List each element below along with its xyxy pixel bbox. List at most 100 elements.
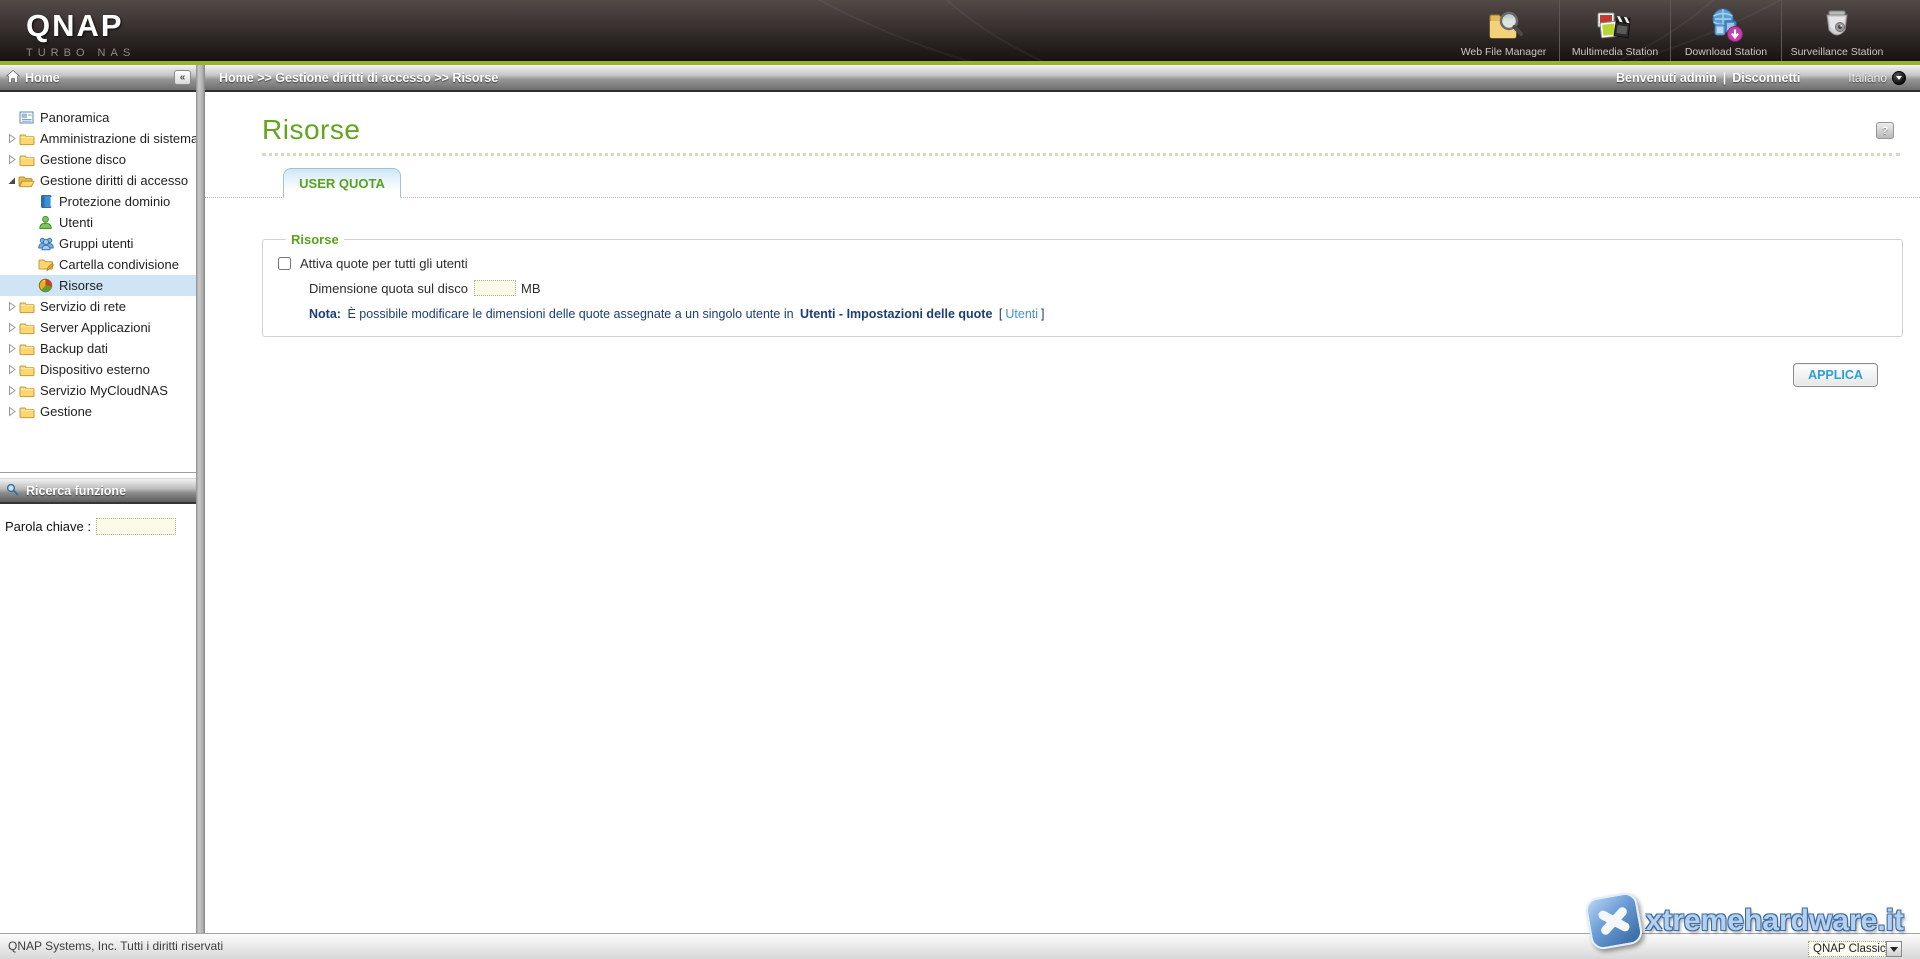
station-label: Surveillance Station: [1791, 46, 1884, 58]
sidebar-item-gestione-diritti-di-accesso[interactable]: Gestione diritti di accesso: [0, 170, 196, 191]
users-link[interactable]: Utenti: [1005, 307, 1038, 321]
sidebar-title: Home: [25, 71, 60, 85]
folder-icon: [18, 342, 35, 356]
station-multimedia-station[interactable]: Multimedia Station: [1559, 0, 1670, 61]
sidebar-item-label: Servizio di rete: [40, 299, 126, 314]
sidebar-item-label: Panoramica: [40, 110, 109, 125]
quota-pie-icon: [37, 278, 54, 293]
quota-size-label: Dimensione quota sul disco: [309, 281, 468, 296]
sidebar-item-panoramica[interactable]: Panoramica: [0, 107, 196, 128]
caret-collapsed-icon: [5, 343, 18, 354]
sidebar-item-gestione-disco[interactable]: Gestione disco: [0, 149, 196, 170]
page-title: Risorse: [262, 114, 1900, 146]
folder-icon: [18, 384, 35, 398]
sidebar-item-label: Gestione diritti di accesso: [40, 173, 188, 188]
sidebar-item-cartella-condivisione[interactable]: Cartella condivisione: [0, 254, 196, 275]
station-download-station[interactable]: Download Station: [1670, 0, 1781, 61]
apply-row: APPLICA: [205, 363, 1878, 387]
station-shortcuts: Web File Manager Multimedia Station Downlo…: [1448, 0, 1892, 61]
caret-collapsed-icon: [5, 406, 18, 417]
welcome-text: Benvenuti admin: [1616, 71, 1717, 85]
station-label: Web File Manager: [1461, 46, 1547, 58]
sidebar-item-gruppi-utenti[interactable]: Gruppi utenti: [0, 233, 196, 254]
logout-link[interactable]: Disconnetti: [1732, 71, 1800, 85]
sidebar-item-label: Servizio MyCloudNAS: [40, 383, 168, 398]
sidebar-item-utenti[interactable]: Utenti: [0, 212, 196, 233]
multimedia-station-icon: [1594, 7, 1636, 45]
caret-collapsed-icon: [5, 385, 18, 396]
quota-size-input[interactable]: [474, 280, 516, 296]
folder-icon: [18, 321, 35, 335]
station-label: Multimedia Station: [1572, 46, 1658, 58]
sidebar-item-label: Protezione dominio: [59, 194, 170, 209]
note-row: Nota: È possibile modificare le dimensio…: [309, 307, 1902, 321]
sidebar-item-risorse[interactable]: Risorse: [0, 275, 196, 296]
note-text: È possibile modificare le dimensioni del…: [347, 307, 793, 321]
tab-user-quota[interactable]: USER QUOTA: [283, 168, 401, 198]
breadcrumb-separator: |: [1723, 71, 1727, 85]
quota-unit-label: MB: [521, 281, 541, 296]
function-search-title: Ricerca funzione: [26, 484, 126, 498]
enable-quota-row: Attiva quote per tutti gli utenti: [278, 256, 1902, 271]
tab-strip: USER QUOTA: [205, 167, 1920, 198]
folder-icon: [18, 153, 35, 167]
sidebar-collapse-button[interactable]: «: [174, 70, 191, 85]
sidebar-item-protezione-dominio[interactable]: Protezione dominio: [0, 191, 196, 212]
sidebar-item-servizio-di-rete[interactable]: Servizio di rete: [0, 296, 196, 317]
xtremehardware-watermark: xtremehardware.it: [1588, 895, 1904, 947]
note-bracket: [: [999, 307, 1002, 321]
sidebar-item-backup-dati[interactable]: Backup dati: [0, 338, 196, 359]
sidebar-item-label: Dispositivo esterno: [40, 362, 150, 377]
caret-collapsed-icon: [5, 364, 18, 375]
sidebar-item-label: Utenti: [59, 215, 93, 230]
station-label: Download Station: [1685, 46, 1767, 58]
sidebar-item-server-applicazioni[interactable]: Server Applicazioni: [0, 317, 196, 338]
sidebar-item-label: Gruppi utenti: [59, 236, 133, 251]
language-label: Italiano: [1848, 71, 1887, 85]
panel-splitter[interactable]: [196, 65, 205, 933]
keyword-input[interactable]: [96, 518, 176, 535]
note-bold-path: Utenti - Impostazioni delle quote: [800, 307, 992, 321]
user-icon: [37, 215, 54, 230]
language-selector[interactable]: Italiano: [1848, 71, 1906, 85]
caret-collapsed-icon: [5, 133, 18, 144]
copyright-text: QNAP Systems, Inc. Tutti i diritti riser…: [8, 939, 223, 953]
user-group-icon: [37, 236, 54, 251]
sidebar-item-label: Cartella condivisione: [59, 257, 179, 272]
overview-icon: [18, 110, 35, 125]
search-icon: [6, 483, 19, 499]
station-surveillance-station[interactable]: Surveillance Station: [1781, 0, 1892, 61]
help-button[interactable]: ?: [1876, 122, 1894, 139]
xtremehardware-logo-icon: [1583, 891, 1643, 951]
breadcrumb: Home >> Gestione diritti di accesso >> R…: [219, 71, 498, 85]
qnap-logo: QNAP TURBO NAS: [26, 8, 135, 59]
book-icon: [37, 194, 54, 209]
sidebar-item-label: Gestione: [40, 404, 92, 419]
resources-fieldset: Risorse Attiva quote per tutti gli utent…: [262, 232, 1903, 337]
sidebar-item-label: Backup dati: [40, 341, 108, 356]
enable-quota-checkbox[interactable]: [278, 257, 291, 270]
note-prefix: Nota:: [309, 307, 341, 321]
folder-icon: [18, 405, 35, 419]
qnap-logo-subtitle: TURBO NAS: [26, 47, 135, 59]
caret-collapsed-icon: [5, 301, 18, 312]
caret-collapsed-icon: [5, 154, 18, 165]
apply-button[interactable]: APPLICA: [1793, 363, 1878, 387]
fieldset-legend: Risorse: [286, 232, 344, 247]
sidebar-item-label: Gestione disco: [40, 152, 126, 167]
folder-icon: [18, 132, 35, 146]
sidebar: Panoramica Amministrazione di sistema Gest…: [0, 94, 196, 933]
title-separator: [262, 153, 1900, 156]
folder-icon: [18, 363, 35, 377]
enable-quota-label: Attiva quote per tutti gli utenti: [300, 256, 468, 271]
language-dropdown-icon[interactable]: [1892, 71, 1906, 85]
sidebar-item-servizio-mycloudnas[interactable]: Servizio MyCloudNAS: [0, 380, 196, 401]
sidebar-item-dispositivo-esterno[interactable]: Dispositivo esterno: [0, 359, 196, 380]
sidebar-item-label: Server Applicazioni: [40, 320, 151, 335]
station-web-file-manager[interactable]: Web File Manager: [1448, 0, 1559, 61]
note-bracket: ]: [1041, 307, 1044, 321]
caret-collapsed-icon: [5, 322, 18, 333]
sidebar-item-label: Risorse: [59, 278, 103, 293]
sidebar-item-amministrazione-di-sistema[interactable]: Amministrazione di sistema: [0, 128, 196, 149]
sidebar-item-gestione[interactable]: Gestione: [0, 401, 196, 422]
